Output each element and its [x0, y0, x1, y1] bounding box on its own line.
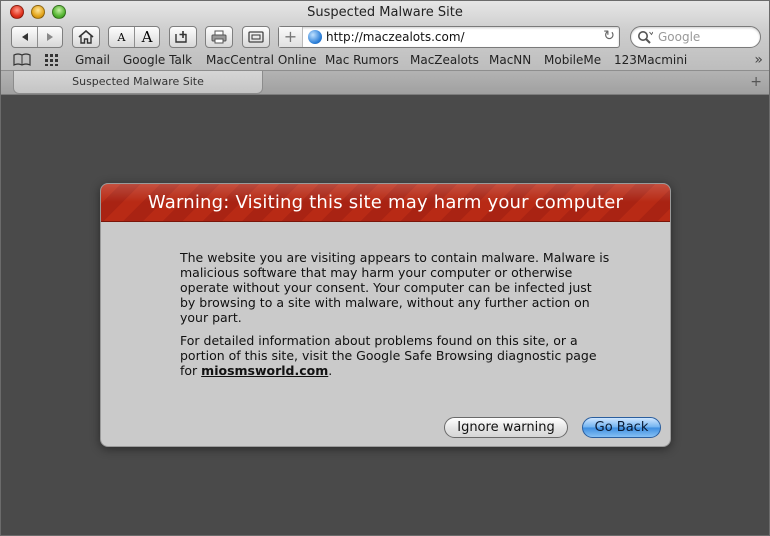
diagnostic-info: For detailed information about problems … [180, 333, 610, 378]
tab-bar: Suspected Malware Site + [1, 71, 769, 95]
snapback-icon [248, 31, 264, 43]
bookmarks-bar: Gmail Google Talk MacCentral Online Mac … [1, 51, 769, 71]
back-button[interactable] [12, 27, 37, 47]
more-bookmarks-chevron-icon[interactable]: » [754, 52, 763, 68]
globe-icon [308, 30, 322, 44]
add-bookmark-icon [175, 31, 187, 43]
home-icon [78, 30, 94, 44]
open-book-icon[interactable] [12, 53, 32, 67]
reload-icon[interactable]: ↻ [603, 28, 615, 44]
diagnostic-page-link[interactable]: miosmsworld.com [201, 363, 328, 378]
font-smaller-button[interactable]: A [109, 27, 134, 47]
diagnostic-info-suffix: . [328, 363, 333, 378]
font-size-control: A A [108, 26, 160, 48]
new-tab-plus-icon[interactable]: + [750, 74, 762, 90]
title-bar: Suspected Malware Site [1, 1, 769, 25]
toolbar: A A + http://maczealots.com/ ↻ Google [1, 25, 769, 51]
go-back-button[interactable]: Go Back [582, 417, 661, 438]
warning-message: The website you are visiting appears to … [180, 250, 610, 378]
arrow-left-icon [21, 33, 28, 41]
add-bookmark-button[interactable] [169, 26, 197, 48]
font-larger-label: A [141, 28, 153, 46]
bookmark-gmail[interactable]: Gmail [75, 53, 110, 67]
browser-chrome: Suspected Malware Site A A + http://macz… [1, 1, 769, 71]
window-title: Suspected Malware Site [307, 5, 463, 20]
bookmark-123macmini[interactable]: 123Macmini [614, 53, 687, 67]
search-field[interactable]: Google [630, 26, 761, 48]
bookmark-maczealots[interactable]: MacZealots [410, 53, 479, 67]
print-button[interactable] [205, 26, 233, 48]
search-icon [638, 31, 653, 44]
home-button[interactable] [72, 26, 100, 48]
malware-explanation: The website you are visiting appears to … [180, 250, 610, 325]
malware-warning-dialog: Warning: Visiting this site may harm you… [100, 183, 671, 447]
font-larger-button[interactable]: A [134, 27, 159, 47]
add-page-plus-icon[interactable]: + [279, 27, 303, 47]
bookmark-maccentral-online[interactable]: MacCentral Online [206, 53, 317, 67]
warning-title: Warning: Visiting this site may harm you… [147, 192, 624, 213]
printer-icon [211, 30, 227, 44]
bookmark-google-talk[interactable]: Google Talk [123, 53, 192, 67]
snapback-button[interactable] [242, 26, 270, 48]
url-text[interactable]: http://maczealots.com/ [326, 30, 465, 44]
bookmark-mac-rumors[interactable]: Mac Rumors [325, 53, 399, 67]
tab-suspected-malware-site[interactable]: Suspected Malware Site [13, 71, 263, 94]
forward-button[interactable] [37, 27, 62, 47]
bookmark-mobileme[interactable]: MobileMe [544, 53, 601, 67]
top-sites-grid-icon[interactable] [44, 53, 60, 67]
back-forward-control [11, 26, 63, 48]
warning-header: Warning: Visiting this site may harm you… [101, 184, 670, 222]
address-bar[interactable]: + http://maczealots.com/ ↻ [278, 26, 620, 48]
font-smaller-label: A [117, 30, 126, 44]
search-placeholder: Google [658, 30, 701, 44]
bookmark-macnn[interactable]: MacNN [489, 53, 531, 67]
browser-window: Suspected Malware Site A A + http://macz… [0, 0, 770, 536]
ignore-warning-button[interactable]: Ignore warning [444, 417, 568, 438]
arrow-right-icon [47, 33, 53, 41]
